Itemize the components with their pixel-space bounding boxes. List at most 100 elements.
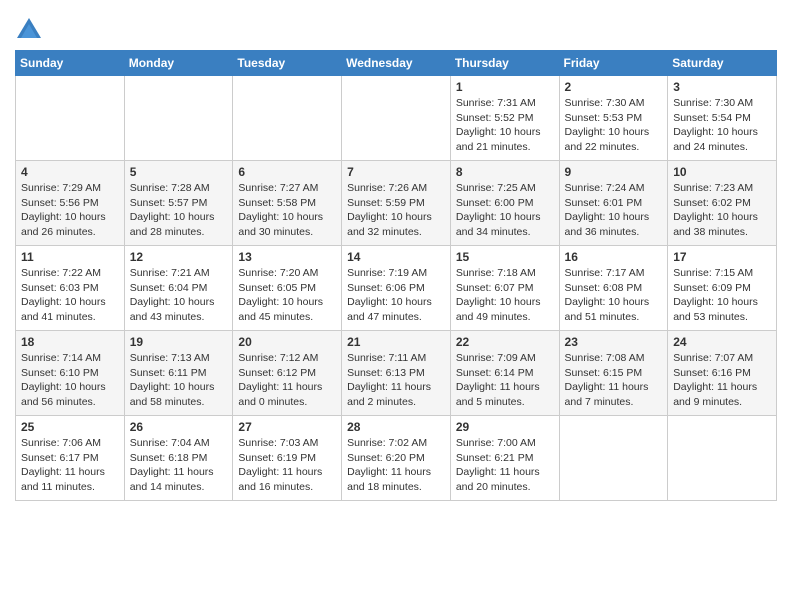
- day-info: Sunrise: 7:25 AM Sunset: 6:00 PM Dayligh…: [456, 181, 554, 240]
- calendar-cell: 13 Sunrise: 7:20 AM Sunset: 6:05 PM Dayli…: [233, 246, 342, 331]
- calendar-cell: 24 Sunrise: 7:07 AM Sunset: 6:16 PM Dayli…: [668, 331, 777, 416]
- calendar-cell: 28 Sunrise: 7:02 AM Sunset: 6:20 PM Dayli…: [342, 416, 451, 501]
- day-number: 9: [565, 165, 663, 179]
- header-cell-wednesday: Wednesday: [342, 51, 451, 76]
- header-cell-saturday: Saturday: [668, 51, 777, 76]
- day-number: 8: [456, 165, 554, 179]
- day-number: 13: [238, 250, 336, 264]
- header-cell-thursday: Thursday: [450, 51, 559, 76]
- day-number: 25: [21, 420, 119, 434]
- header-cell-friday: Friday: [559, 51, 668, 76]
- day-info: Sunrise: 7:02 AM Sunset: 6:20 PM Dayligh…: [347, 436, 445, 495]
- day-info: Sunrise: 7:17 AM Sunset: 6:08 PM Dayligh…: [565, 266, 663, 325]
- day-info: Sunrise: 7:18 AM Sunset: 6:07 PM Dayligh…: [456, 266, 554, 325]
- day-info: Sunrise: 7:30 AM Sunset: 5:53 PM Dayligh…: [565, 96, 663, 155]
- day-info: Sunrise: 7:27 AM Sunset: 5:58 PM Dayligh…: [238, 181, 336, 240]
- calendar-cell: 29 Sunrise: 7:00 AM Sunset: 6:21 PM Dayli…: [450, 416, 559, 501]
- calendar-cell: [16, 76, 125, 161]
- day-number: 22: [456, 335, 554, 349]
- header-cell-tuesday: Tuesday: [233, 51, 342, 76]
- calendar-cell: [559, 416, 668, 501]
- day-number: 10: [673, 165, 771, 179]
- day-number: 27: [238, 420, 336, 434]
- day-number: 24: [673, 335, 771, 349]
- day-info: Sunrise: 7:04 AM Sunset: 6:18 PM Dayligh…: [130, 436, 228, 495]
- calendar-cell: 25 Sunrise: 7:06 AM Sunset: 6:17 PM Dayli…: [16, 416, 125, 501]
- calendar-cell: 17 Sunrise: 7:15 AM Sunset: 6:09 PM Dayli…: [668, 246, 777, 331]
- day-info: Sunrise: 7:23 AM Sunset: 6:02 PM Dayligh…: [673, 181, 771, 240]
- day-number: 5: [130, 165, 228, 179]
- calendar-cell: [668, 416, 777, 501]
- header-cell-sunday: Sunday: [16, 51, 125, 76]
- calendar-cell: [124, 76, 233, 161]
- calendar-cell: 22 Sunrise: 7:09 AM Sunset: 6:14 PM Dayli…: [450, 331, 559, 416]
- day-number: 28: [347, 420, 445, 434]
- day-info: Sunrise: 7:28 AM Sunset: 5:57 PM Dayligh…: [130, 181, 228, 240]
- day-info: Sunrise: 7:06 AM Sunset: 6:17 PM Dayligh…: [21, 436, 119, 495]
- day-info: Sunrise: 7:12 AM Sunset: 6:12 PM Dayligh…: [238, 351, 336, 410]
- calendar-cell: 27Sunrise: 7:03 AM Sunset: 6:19 PM Dayli…: [233, 416, 342, 501]
- calendar-cell: [342, 76, 451, 161]
- day-info: Sunrise: 7:13 AM Sunset: 6:11 PM Dayligh…: [130, 351, 228, 410]
- calendar-cell: 1 Sunrise: 7:31 AM Sunset: 5:52 PM Daylig…: [450, 76, 559, 161]
- calendar-cell: 10 Sunrise: 7:23 AM Sunset: 6:02 PM Dayli…: [668, 161, 777, 246]
- day-info: Sunrise: 7:31 AM Sunset: 5:52 PM Dayligh…: [456, 96, 554, 155]
- calendar-cell: 16Sunrise: 7:17 AM Sunset: 6:08 PM Dayli…: [559, 246, 668, 331]
- day-number: 4: [21, 165, 119, 179]
- day-info: Sunrise: 7:21 AM Sunset: 6:04 PM Dayligh…: [130, 266, 228, 325]
- day-info: Sunrise: 7:19 AM Sunset: 6:06 PM Dayligh…: [347, 266, 445, 325]
- day-info: Sunrise: 7:11 AM Sunset: 6:13 PM Dayligh…: [347, 351, 445, 410]
- day-number: 6: [238, 165, 336, 179]
- day-number: 21: [347, 335, 445, 349]
- day-info: Sunrise: 7:20 AM Sunset: 6:05 PM Dayligh…: [238, 266, 336, 325]
- week-row-3: 11 Sunrise: 7:22 AM Sunset: 6:03 PM Dayli…: [16, 246, 777, 331]
- day-info: Sunrise: 7:14 AM Sunset: 6:10 PM Dayligh…: [21, 351, 119, 410]
- day-number: 19: [130, 335, 228, 349]
- calendar-table: SundayMondayTuesdayWednesdayThursdayFrid…: [15, 50, 777, 501]
- day-info: Sunrise: 7:15 AM Sunset: 6:09 PM Dayligh…: [673, 266, 771, 325]
- day-number: 1: [456, 80, 554, 94]
- calendar-cell: 15 Sunrise: 7:18 AM Sunset: 6:07 PM Dayli…: [450, 246, 559, 331]
- day-info: Sunrise: 7:00 AM Sunset: 6:21 PM Dayligh…: [456, 436, 554, 495]
- calendar-cell: 7Sunrise: 7:26 AM Sunset: 5:59 PM Daylig…: [342, 161, 451, 246]
- calendar-cell: 14 Sunrise: 7:19 AM Sunset: 6:06 PM Dayli…: [342, 246, 451, 331]
- calendar-cell: 6 Sunrise: 7:27 AM Sunset: 5:58 PM Daylig…: [233, 161, 342, 246]
- week-row-1: 1 Sunrise: 7:31 AM Sunset: 5:52 PM Daylig…: [16, 76, 777, 161]
- day-number: 20: [238, 335, 336, 349]
- header-row: SundayMondayTuesdayWednesdayThursdayFrid…: [16, 51, 777, 76]
- day-info: Sunrise: 7:22 AM Sunset: 6:03 PM Dayligh…: [21, 266, 119, 325]
- calendar-cell: 4 Sunrise: 7:29 AM Sunset: 5:56 PM Daylig…: [16, 161, 125, 246]
- week-row-4: 18 Sunrise: 7:14 AM Sunset: 6:10 PM Dayli…: [16, 331, 777, 416]
- calendar-cell: 12 Sunrise: 7:21 AM Sunset: 6:04 PM Dayli…: [124, 246, 233, 331]
- day-number: 7: [347, 165, 445, 179]
- day-number: 29: [456, 420, 554, 434]
- day-info: Sunrise: 7:09 AM Sunset: 6:14 PM Dayligh…: [456, 351, 554, 410]
- day-number: 12: [130, 250, 228, 264]
- calendar-cell: 23Sunrise: 7:08 AM Sunset: 6:15 PM Dayli…: [559, 331, 668, 416]
- header: [15, 10, 777, 44]
- calendar-cell: 11 Sunrise: 7:22 AM Sunset: 6:03 PM Dayli…: [16, 246, 125, 331]
- day-number: 17: [673, 250, 771, 264]
- calendar-cell: 9 Sunrise: 7:24 AM Sunset: 6:01 PM Daylig…: [559, 161, 668, 246]
- week-row-2: 4 Sunrise: 7:29 AM Sunset: 5:56 PM Daylig…: [16, 161, 777, 246]
- calendar-cell: [233, 76, 342, 161]
- week-row-5: 25 Sunrise: 7:06 AM Sunset: 6:17 PM Dayli…: [16, 416, 777, 501]
- calendar-cell: 8 Sunrise: 7:25 AM Sunset: 6:00 PM Daylig…: [450, 161, 559, 246]
- day-info: Sunrise: 7:30 AM Sunset: 5:54 PM Dayligh…: [673, 96, 771, 155]
- day-number: 14: [347, 250, 445, 264]
- day-number: 18: [21, 335, 119, 349]
- day-info: Sunrise: 7:24 AM Sunset: 6:01 PM Dayligh…: [565, 181, 663, 240]
- day-info: Sunrise: 7:29 AM Sunset: 5:56 PM Dayligh…: [21, 181, 119, 240]
- calendar-cell: 21 Sunrise: 7:11 AM Sunset: 6:13 PM Dayli…: [342, 331, 451, 416]
- calendar-cell: 3 Sunrise: 7:30 AM Sunset: 5:54 PM Daylig…: [668, 76, 777, 161]
- calendar-cell: 26Sunrise: 7:04 AM Sunset: 6:18 PM Dayli…: [124, 416, 233, 501]
- calendar-cell: 19 Sunrise: 7:13 AM Sunset: 6:11 PM Dayli…: [124, 331, 233, 416]
- logo-icon: [15, 16, 43, 44]
- day-number: 15: [456, 250, 554, 264]
- day-number: 11: [21, 250, 119, 264]
- logo: [15, 16, 47, 44]
- calendar-cell: 2Sunrise: 7:30 AM Sunset: 5:53 PM Daylig…: [559, 76, 668, 161]
- day-number: 3: [673, 80, 771, 94]
- header-cell-monday: Monday: [124, 51, 233, 76]
- day-info: Sunrise: 7:07 AM Sunset: 6:16 PM Dayligh…: [673, 351, 771, 410]
